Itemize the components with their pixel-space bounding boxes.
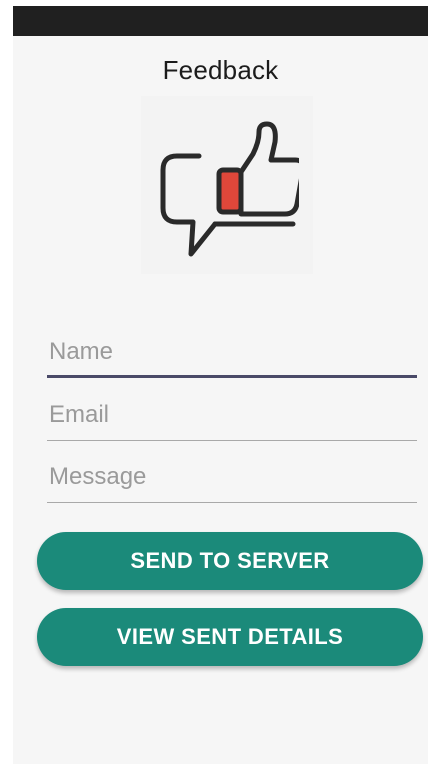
email-field-underline [47,440,417,441]
view-sent-details-button[interactable]: VIEW SENT DETAILS [37,608,423,666]
feedback-logo [141,96,313,274]
name-input[interactable] [47,330,417,374]
message-field-underline [47,502,417,503]
message-field[interactable] [47,455,417,503]
app-screen: Feedback SEND TO SERVER VIEW SENT DETAIL… [13,6,428,764]
name-field[interactable] [47,330,417,378]
send-to-server-button[interactable]: SEND TO SERVER [37,532,423,590]
email-input[interactable] [47,393,417,437]
email-field[interactable] [47,393,417,441]
feedback-thumbs-up-icon [160,121,299,257]
message-input[interactable] [47,455,417,499]
page-title: Feedback [162,55,279,85]
status-bar [13,6,428,36]
name-field-underline [47,375,417,378]
